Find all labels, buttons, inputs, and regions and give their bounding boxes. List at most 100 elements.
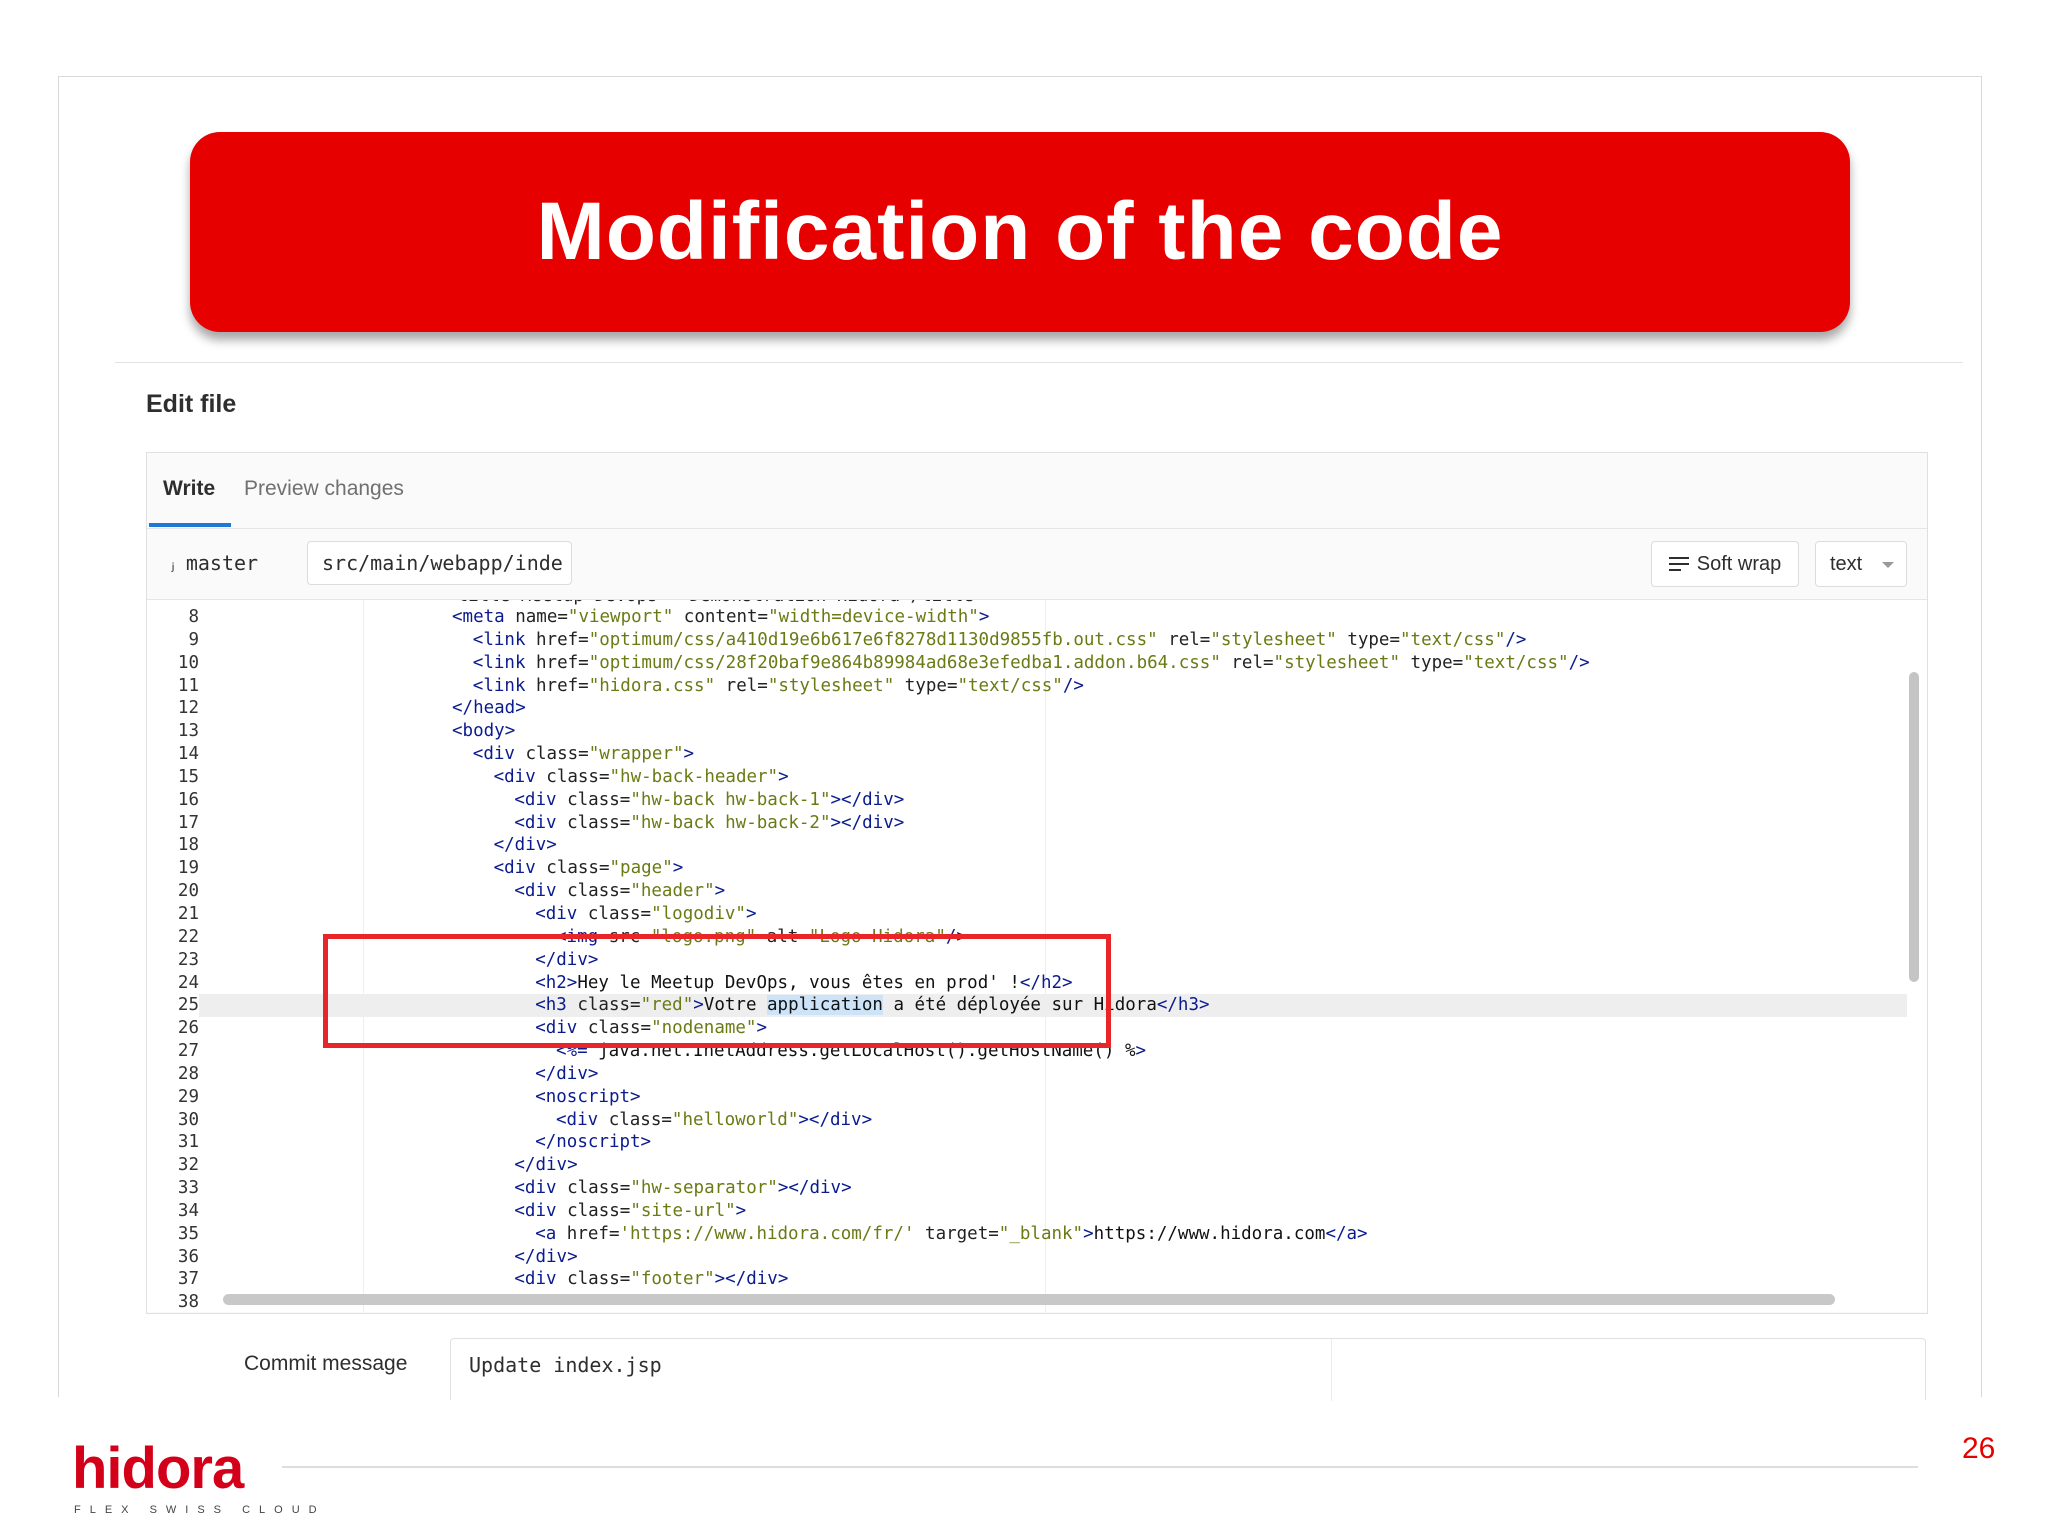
editor-toolbar: ⱼ master src/main/webapp/inde Soft wrap t… [147,529,1927,600]
slide-title: Modification of the code [536,186,1504,277]
code-text: <link href="optimum/css/28f20baf9e864b89… [472,652,1590,673]
line-number: 15 [177,766,199,787]
line-number: 30 [177,1109,199,1130]
tab-preview-changes[interactable]: Preview changes [244,477,404,501]
soft-wrap-button[interactable]: Soft wrap [1651,541,1799,587]
line-number: 11 [177,675,199,696]
code-line[interactable]: 18 </div> [147,834,1907,857]
code-line[interactable]: 36 </div> [147,1246,1907,1269]
code-line[interactable]: 13 <body> [147,720,1907,743]
code-line[interactable]: 10 <link href="optimum/css/28f20baf9e864b… [147,652,1907,675]
line-number: 22 [177,926,199,947]
editor-tabs: Write Preview changes [147,453,1927,529]
line-number: 29 [177,1086,199,1107]
line-number: 21 [177,903,199,924]
line-number: 32 [177,1155,199,1176]
line-number: 26 [177,1018,199,1039]
code-line[interactable]: 9 <link href="optimum/css/a410d19e6b617e6… [147,629,1907,652]
line-number: 28 [177,1063,199,1084]
code-line[interactable]: 14 <div class="wrapper"> [147,743,1907,766]
logo-wordmark: hidora [72,1436,244,1501]
code-line[interactable]: 30 <div class="helloworld"></div> [147,1109,1907,1132]
code-text: <noscript> [535,1086,641,1107]
code-line[interactable]: 32 </div> [147,1154,1907,1177]
line-number: 10 [177,652,199,673]
code-line[interactable]: 8 <meta name="viewport" content="width=de… [147,606,1907,629]
horizontal-scrollbar[interactable] [223,1294,1835,1305]
code-line[interactable]: 20 <div class="header"> [147,880,1907,903]
file-path-input[interactable]: src/main/webapp/inde [307,541,572,585]
vertical-scrollbar[interactable] [1909,672,1919,982]
line-number: 36 [177,1246,199,1267]
commit-message-value: Update index.jsp [469,1353,662,1377]
code-text: <body> [452,721,516,742]
code-text: <div class="helloworld"></div> [556,1109,873,1130]
code-line[interactable]: 17 <div class="hw-back hw-back-2"></div> [147,812,1907,835]
code-text: <div class="hw-back hw-back-1"></div> [514,789,905,810]
line-number: 34 [177,1200,199,1221]
code-line[interactable]: 19 <div class="page"> [147,857,1907,880]
logo-tagline: FLEX SWISS CLOUD [74,1504,326,1516]
line-number: 17 [177,812,199,833]
line-number: 20 [177,881,199,902]
mode-select[interactable]: text [1815,541,1907,587]
chevron-down-icon [1882,562,1894,568]
title-banner: Modification of the code [190,132,1850,332]
line-number: 27 [177,1041,199,1062]
code-line[interactable]: 28 </div> [147,1063,1907,1086]
code-text: </div> [493,835,557,856]
mode-select-value: text [1830,553,1863,575]
soft-wrap-icon [1668,557,1689,571]
edit-file-heading: Edit file [146,390,237,418]
code-text: <div class="hw-separator"></div> [514,1178,852,1199]
code-text: <div class="logodiv"> [535,903,757,924]
code-text: <link href="optimum/css/a410d19e6b617e6f… [472,629,1527,650]
code-line[interactable]: 15 <div class="hw-back-header"> [147,766,1907,789]
code-text: <div class="footer"></div> [514,1269,789,1290]
line-number: 37 [177,1269,199,1290]
code-line[interactable]: 37 <div class="footer"></div> [147,1268,1907,1291]
line-number: 12 [177,698,199,719]
code-text: </div> [514,1246,578,1267]
code-text: <div class="hw-back hw-back-2"></div> [514,812,905,833]
code-line[interactable]: 29 <noscript> [147,1086,1907,1109]
code-text: <div class="site-url"> [514,1200,747,1221]
code-text: </noscript> [535,1132,652,1153]
highlight-annotation-box [323,934,1111,1048]
code-text: <div class="page"> [493,858,684,879]
code-line[interactable]: 35 <a href='https://www.hidora.com/fr/' t… [147,1223,1907,1246]
line-number: 25 [147,994,199,1018]
line-number: 33 [177,1178,199,1199]
code-text: <meta name="viewport" content="width=dev… [452,607,990,627]
soft-wrap-label: Soft wrap [1696,552,1782,575]
line-number: 35 [177,1223,199,1244]
code-text: </div> [514,1155,578,1176]
branch-icon: ⱼ [167,554,178,575]
tab-write[interactable]: Write [163,477,215,501]
code-text: <a href='https://www.hidora.com/fr/' tar… [535,1223,1368,1244]
commit-message-label: Commit message [244,1352,408,1375]
line-number: 9 [188,629,199,650]
commit-message-input[interactable]: Update index.jsp [450,1338,1926,1401]
line-number: 13 [177,721,199,742]
line-number: 24 [177,972,199,993]
line-number: 31 [177,1132,199,1153]
code-line[interactable]: 11 <link href="hidora.css" rel="styleshee… [147,675,1907,698]
code-text: <div class="hw-back-header"> [493,766,789,787]
page-number: 26 [1962,1432,1996,1465]
code-text: </div> [535,1063,599,1084]
code-text: <div class="wrapper"> [472,744,695,765]
code-line[interactable]: 33 <div class="hw-separator"></div> [147,1177,1907,1200]
code-line[interactable]: 21 <div class="logodiv"> [147,903,1907,926]
branch-name: master [185,551,259,575]
code-line[interactable]: 12 </head> [147,697,1907,720]
divider [115,362,1963,363]
code-line[interactable]: 16 <div class="hw-back hw-back-1"></div> [147,789,1907,812]
active-tab-indicator [149,523,231,527]
line-number: 14 [177,744,199,765]
code-line[interactable]: 34 <div class="site-url"> [147,1200,1907,1223]
code-text: </head> [452,698,526,719]
file-editor: Write Preview changes ⱼ master src/main/w… [146,452,1928,1314]
code-line[interactable]: 31 </noscript> [147,1131,1907,1154]
footer-divider [282,1466,1918,1468]
